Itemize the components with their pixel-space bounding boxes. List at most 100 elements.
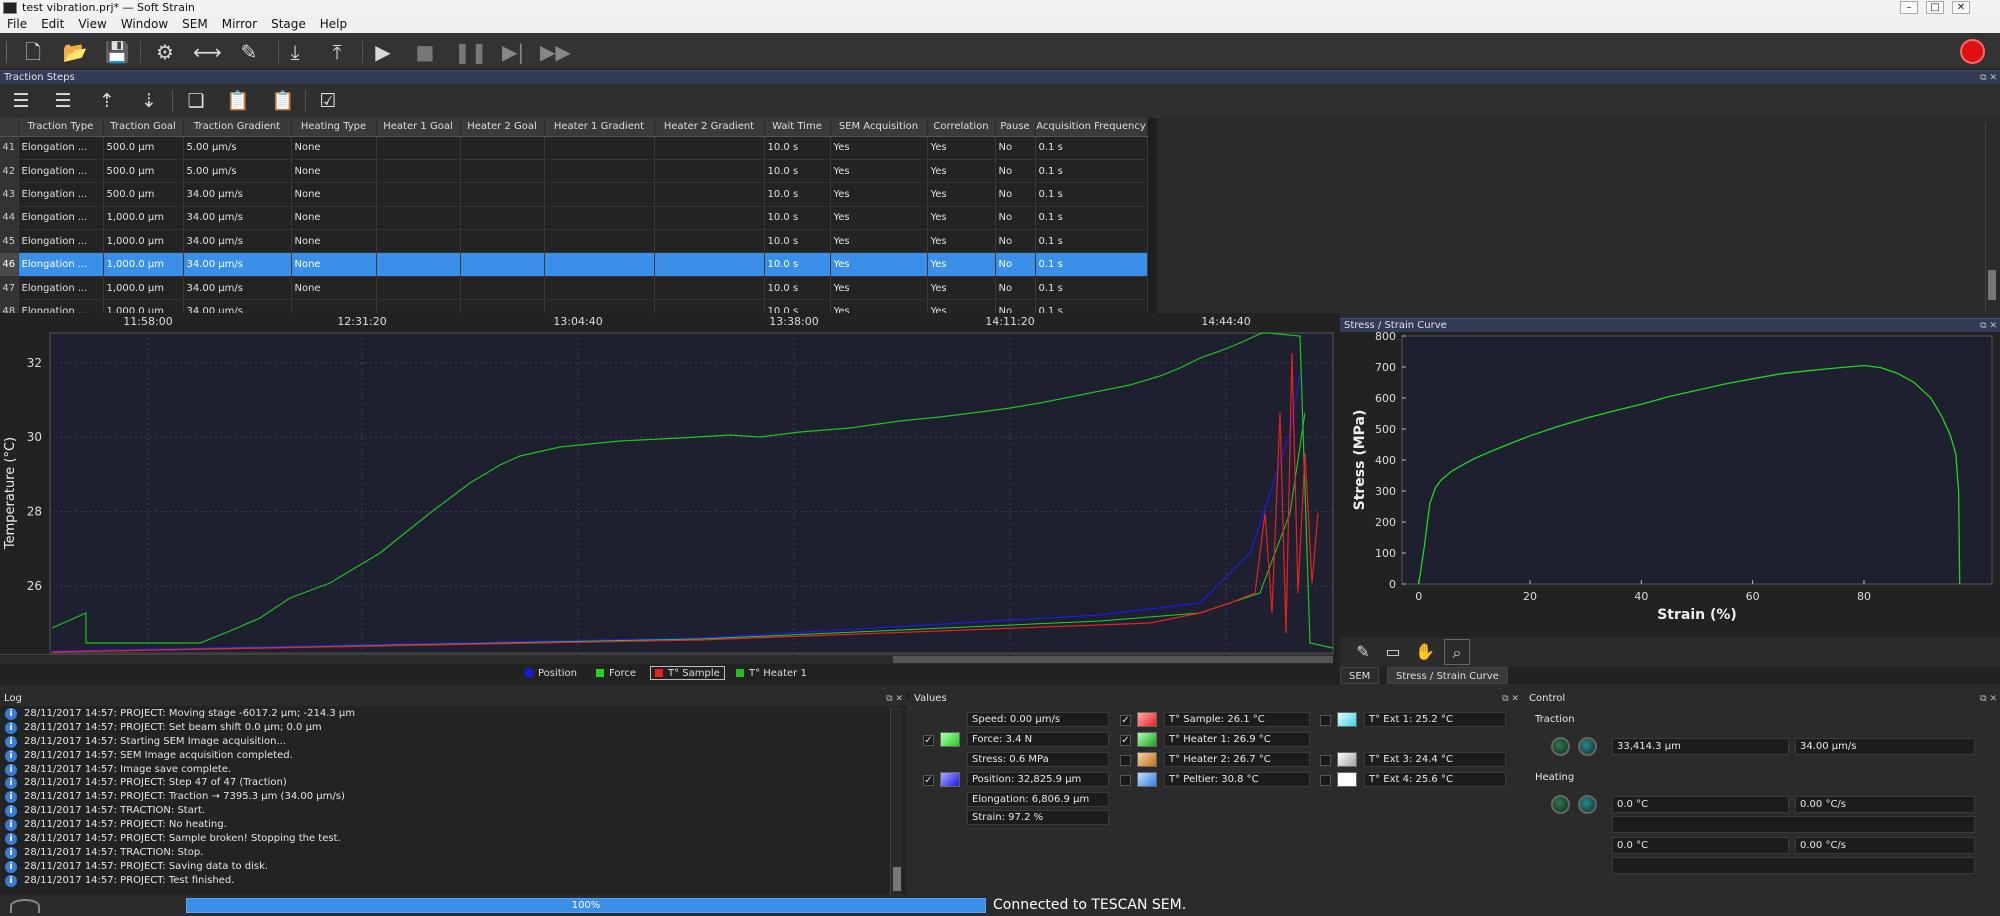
- heating-stop-button[interactable]: [1578, 795, 1597, 814]
- t-heater-2-color-swatch[interactable]: [1137, 752, 1157, 767]
- pause-icon[interactable]: ❚❚: [454, 39, 488, 65]
- table-cell[interactable]: 34.00 µm/s: [183, 182, 292, 207]
- table-cell[interactable]: Yes: [830, 136, 928, 160]
- table-cell[interactable]: Yes: [830, 182, 928, 207]
- heater-1-temp-field[interactable]: 0.0 °C: [1612, 796, 1789, 813]
- table-cell[interactable]: No: [995, 159, 1036, 184]
- menu-edit[interactable]: Edit: [34, 16, 71, 33]
- paste-icon[interactable]: 📋: [225, 88, 251, 114]
- edit-document-icon[interactable]: ✎: [236, 39, 262, 65]
- table-cell[interactable]: None: [291, 159, 377, 184]
- table-cell[interactable]: 34.00 µm/s: [183, 252, 292, 277]
- export-icon[interactable]: ▭: [1380, 639, 1406, 665]
- copy-icon[interactable]: ❏: [183, 88, 209, 114]
- table-row[interactable]: 43 Elongation ... 500.0 µm 34.00 µm/s None 10…: [0, 182, 1148, 207]
- traction-stop-button[interactable]: [1578, 737, 1597, 756]
- column-header[interactable]: Heater 2 Gradient: [654, 118, 765, 137]
- table-cell[interactable]: Elongation ...: [18, 159, 104, 184]
- dock-float-close-icon[interactable]: ⧉ ✕: [1980, 692, 1997, 706]
- table-cell[interactable]: 10.0 s: [764, 206, 831, 231]
- table-cell[interactable]: 0.1 s: [1035, 299, 1148, 313]
- table-cell[interactable]: Yes: [830, 276, 928, 301]
- table-cell[interactable]: Yes: [927, 206, 996, 231]
- table-cell[interactable]: 0.1 s: [1035, 136, 1148, 160]
- force-checkbox[interactable]: ✓: [923, 735, 934, 746]
- table-cell[interactable]: [544, 136, 655, 160]
- table-cell[interactable]: [654, 182, 765, 207]
- settings-gear-icon[interactable]: ⚙: [152, 39, 178, 65]
- table-cell[interactable]: Elongation ...: [18, 252, 104, 277]
- table-cell[interactable]: Yes: [830, 299, 928, 313]
- table-cell[interactable]: [376, 182, 461, 207]
- table-cell[interactable]: [654, 159, 765, 184]
- heater-1-extra-field[interactable]: [1612, 816, 1975, 833]
- new-project-icon[interactable]: 🗋: [20, 39, 46, 65]
- table-cell[interactable]: 5.00 µm/s: [183, 159, 292, 184]
- table-cell[interactable]: None: [291, 229, 377, 254]
- table-cell[interactable]: 1,000.0 µm: [103, 276, 184, 301]
- table-cell[interactable]: Yes: [830, 206, 928, 231]
- table-cell[interactable]: No: [995, 182, 1036, 207]
- open-folder-icon[interactable]: 📂: [62, 39, 88, 65]
- traction-start-button[interactable]: [1551, 737, 1570, 756]
- column-header[interactable]: Heater 2 Goal: [460, 118, 545, 137]
- table-cell[interactable]: [654, 136, 765, 160]
- table-cell[interactable]: [544, 159, 655, 184]
- play-icon[interactable]: ▶: [370, 39, 396, 65]
- table-cell[interactable]: 10.0 s: [764, 229, 831, 254]
- chart-horizontal-scrollbar[interactable]: [0, 654, 1333, 664]
- traction-speed-field[interactable]: 34.00 µm/s: [1795, 738, 1975, 755]
- stop-icon[interactable]: ■: [412, 39, 438, 65]
- table-cell[interactable]: Yes: [927, 299, 996, 313]
- table-cell[interactable]: [544, 182, 655, 207]
- table-cell[interactable]: 10.0 s: [764, 159, 831, 184]
- t-heater-1-checkbox[interactable]: ✓: [1120, 735, 1131, 746]
- table-cell[interactable]: 0.1 s: [1035, 252, 1148, 277]
- dock-float-close-icon[interactable]: ⧉ ✕: [1980, 71, 1997, 85]
- fast-forward-icon[interactable]: ▶▶: [540, 39, 571, 65]
- table-cell[interactable]: 10.0 s: [764, 299, 831, 313]
- table-cell[interactable]: [376, 276, 461, 301]
- table-cell[interactable]: [654, 206, 765, 231]
- column-header[interactable]: Traction Goal: [103, 118, 184, 137]
- table-cell[interactable]: [460, 159, 545, 184]
- table-cell[interactable]: No: [995, 252, 1036, 277]
- table-cell[interactable]: 0.1 s: [1035, 206, 1148, 231]
- table-cell[interactable]: [460, 276, 545, 301]
- table-cell[interactable]: 34.00 µm/s: [183, 206, 292, 231]
- table-cell[interactable]: [544, 276, 655, 301]
- column-header[interactable]: Heater 1 Gradient: [544, 118, 655, 137]
- table-cell[interactable]: [654, 229, 765, 254]
- table-cell[interactable]: Yes: [927, 182, 996, 207]
- tab-sem[interactable]: SEM: [1340, 667, 1380, 684]
- table-cell[interactable]: 500.0 µm: [103, 182, 184, 207]
- column-header[interactable]: Acquisition Frequency: [1035, 118, 1148, 137]
- table-cell[interactable]: None: [291, 252, 377, 277]
- table-cell[interactable]: 0.1 s: [1035, 276, 1148, 301]
- table-cell[interactable]: [460, 252, 545, 277]
- table-cell[interactable]: [376, 206, 461, 231]
- table-cell[interactable]: None: [291, 206, 377, 231]
- scrollbar-thumb[interactable]: [893, 656, 1333, 663]
- table-cell[interactable]: Elongation ...: [18, 136, 104, 160]
- table-cell[interactable]: 1,000.0 µm: [103, 299, 184, 313]
- menu-help[interactable]: Help: [313, 16, 354, 33]
- table-cell[interactable]: Elongation ...: [18, 299, 104, 313]
- table-cell[interactable]: [544, 229, 655, 254]
- t-peltier-color-swatch[interactable]: [1137, 772, 1157, 787]
- table-cell[interactable]: Yes: [830, 252, 928, 277]
- heating-start-button[interactable]: [1551, 795, 1570, 814]
- scrollbar-thumb[interactable]: [893, 867, 901, 891]
- calibrate-arrows-icon[interactable]: ⟷: [193, 39, 222, 65]
- t-peltier-checkbox[interactable]: [1120, 775, 1131, 786]
- table-cell[interactable]: [654, 252, 765, 277]
- table-cell[interactable]: [376, 136, 461, 160]
- table-cell[interactable]: [376, 159, 461, 184]
- column-header[interactable]: Traction Type: [18, 118, 104, 137]
- column-header[interactable]: Traction Gradient: [183, 118, 292, 137]
- menu-stage[interactable]: Stage: [264, 16, 313, 33]
- table-cell[interactable]: [654, 276, 765, 301]
- menu-window[interactable]: Window: [114, 16, 175, 33]
- table-cell[interactable]: 10.0 s: [764, 182, 831, 207]
- t-ext-4-checkbox[interactable]: [1320, 775, 1331, 786]
